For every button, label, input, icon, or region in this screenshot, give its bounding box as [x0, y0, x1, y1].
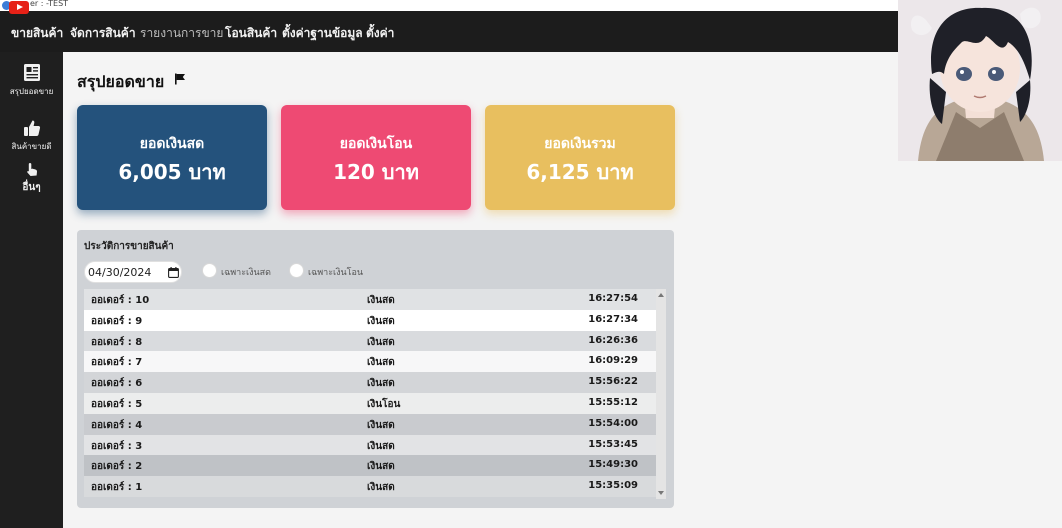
order-time: 15:35:09 [588, 480, 638, 492]
card-value: 120 บาท [333, 160, 419, 184]
order-number: ออเดอร์ : 5 [91, 398, 143, 410]
sales-history-list: ออเดอร์ : 10 เงินสด 16:27:54 ออเดอร์ : 9… [84, 289, 656, 499]
anime-character-illustration [898, 0, 1062, 161]
order-time: 15:56:22 [588, 376, 638, 388]
order-number: ออเดอร์ : 7 [91, 357, 143, 369]
payment-method: เงินโอน [367, 398, 401, 410]
page-title: สรุปยอดขาย [77, 72, 165, 91]
order-time: 16:27:54 [588, 293, 638, 304]
sidebar-item-label: อื่นๆ [22, 182, 41, 193]
sidebar: สรุปยอดขาย สินค้าขายดี อื่นๆ [0, 52, 63, 528]
date-picker-input[interactable]: 04/30/2024 [84, 261, 182, 283]
sales-history-panel: ประวัติการขายสินค้า 04/30/2024 เฉพาะเงิน… [77, 230, 674, 508]
payment-method: เงินสด [367, 440, 395, 452]
payment-method: เงินสด [367, 336, 395, 348]
order-number: ออเดอร์ : 10 [91, 295, 150, 306]
calendar-icon[interactable] [168, 267, 179, 278]
card-value: 6,005 บาท [118, 160, 226, 184]
sidebar-item-sales-summary[interactable]: สรุปยอดขาย [0, 63, 63, 98]
table-row[interactable]: ออเดอร์ : 6 เงินสด 15:56:22 [84, 372, 656, 393]
order-number: ออเดอร์ : 6 [91, 378, 143, 390]
streamer-avatar [898, 0, 1062, 161]
transfer-only-label: เฉพาะเงินโอน [308, 268, 364, 278]
nav-item-sales-report[interactable]: รายงานการขาย [140, 24, 223, 43]
grand-total-card: ยอดเงินรวม 6,125 บาท [485, 105, 675, 210]
order-number: ออเดอร์ : 8 [91, 336, 143, 348]
order-time: 16:26:36 [588, 334, 638, 346]
cash-only-checkbox[interactable] [202, 263, 217, 278]
scroll-up-arrow-icon[interactable] [658, 293, 664, 297]
order-number: ออเดอร์ : 9 [91, 315, 143, 327]
payment-method: เงินสด [367, 295, 395, 306]
card-title: ยอดเงินรวม [544, 136, 616, 152]
payment-method: เงินสด [367, 482, 395, 494]
payment-method: เงินสด [367, 461, 395, 473]
window-title: er : -TEST [30, 0, 69, 8]
scroll-down-arrow-icon[interactable] [658, 491, 664, 495]
table-row[interactable]: ออเดอร์ : 2 เงินสด 15:49:30 [84, 455, 656, 477]
pointer-hand-icon [26, 163, 37, 176]
table-row[interactable]: ออเดอร์ : 7 เงินสด 16:09:29 [84, 351, 656, 373]
nav-item-manage-products[interactable]: จัดการสินค้า [70, 24, 136, 43]
order-time: 15:53:45 [588, 438, 638, 450]
sidebar-item-other[interactable]: อื่นๆ [0, 162, 63, 195]
order-time: 15:49:30 [588, 459, 638, 471]
table-row[interactable]: ออเดอร์ : 4 เงินสด 15:54:00 [84, 413, 656, 435]
order-number: ออเดอร์ : 2 [91, 461, 143, 473]
thumbs-up-icon [23, 120, 40, 136]
newspaper-icon [23, 64, 40, 81]
date-value: 04/30/2024 [88, 266, 152, 279]
order-time: 15:55:12 [588, 396, 638, 408]
payment-method: เงินสด [367, 419, 395, 431]
youtube-logo-icon [9, 1, 29, 14]
card-title: ยอดเงินสด [139, 136, 205, 152]
card-title: ยอดเงินโอน [339, 136, 413, 152]
transfer-total-card: ยอดเงินโอน 120 บาท [281, 105, 471, 210]
table-row[interactable]: ออเดอร์ : 10 เงินสด 16:27:54 [84, 289, 656, 310]
table-row[interactable]: ออเดอร์ : 8 เงินสด 16:26:36 [84, 330, 656, 352]
sales-history-title: ประวัติการขายสินค้า [84, 241, 174, 252]
table-row[interactable]: ออเดอร์ : 3 เงินสด 15:53:45 [84, 434, 656, 456]
nav-item-settings[interactable]: ตั้งค่า [366, 24, 394, 43]
order-time: 16:09:29 [588, 355, 638, 367]
nav-item-transfer[interactable]: โอนสินค้า [225, 24, 277, 43]
order-number: ออเดอร์ : 3 [91, 440, 143, 452]
payment-method: เงินสด [367, 357, 395, 369]
order-time: 15:54:00 [588, 417, 638, 429]
transfer-only-checkbox[interactable] [289, 263, 304, 278]
order-time: 16:27:34 [588, 313, 638, 325]
table-row[interactable]: ออเดอร์ : 1 เงินสด 15:35:09 [84, 476, 656, 497]
flag-icon [175, 73, 185, 85]
card-value: 6,125 บาท [526, 160, 634, 184]
sidebar-item-best-sellers[interactable]: สินค้าขายดี [0, 119, 63, 153]
cash-total-card: ยอดเงินสด 6,005 บาท [77, 105, 267, 210]
sidebar-item-label: สรุปยอดขาย [9, 87, 54, 96]
nav-item-database-settings[interactable]: ตั้งค่าฐานข้อมูล [282, 24, 363, 43]
payment-method: เงินสด [367, 378, 395, 390]
table-row[interactable]: ออเดอร์ : 9 เงินสด 16:27:34 [84, 309, 656, 331]
order-number: ออเดอร์ : 4 [91, 419, 143, 431]
payment-method: เงินสด [367, 315, 395, 327]
history-scrollbar[interactable] [656, 289, 666, 499]
nav-item-sell[interactable]: ขายสินค้า [11, 24, 63, 43]
sidebar-item-label: สินค้าขายดี [11, 142, 52, 151]
table-row[interactable]: ออเดอร์ : 5 เงินโอน 15:55:12 [84, 392, 656, 414]
order-number: ออเดอร์ : 1 [91, 482, 143, 494]
cash-only-label: เฉพาะเงินสด [221, 268, 271, 278]
